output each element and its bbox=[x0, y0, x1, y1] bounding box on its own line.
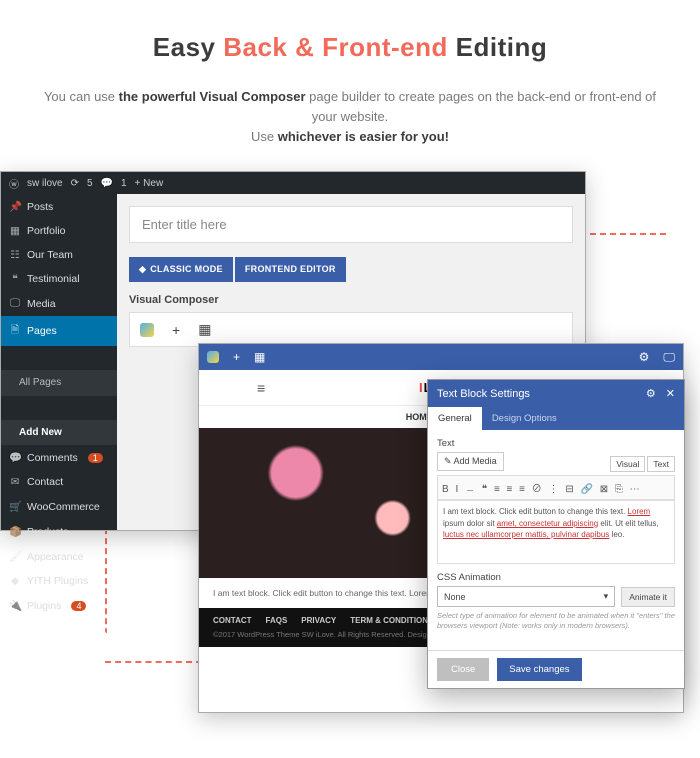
add-button[interactable]: + bbox=[233, 350, 240, 364]
updates-count: 5 bbox=[87, 178, 93, 189]
wp-admin-bar[interactable]: ⓦ sw ilove ⟳ 5 💬 1 + New bbox=[1, 172, 585, 194]
modal-header[interactable]: Text Block Settings ⚙ ✕ bbox=[428, 380, 684, 407]
css-animation-select[interactable]: None▾ bbox=[437, 586, 615, 607]
save-button[interactable]: Save changes bbox=[497, 658, 581, 681]
vc-logo-icon[interactable] bbox=[140, 323, 154, 337]
close-icon[interactable]: ✕ bbox=[666, 387, 675, 400]
close-button[interactable]: Close bbox=[437, 658, 489, 681]
text-tab[interactable]: Text bbox=[647, 456, 675, 472]
text-label: Text bbox=[437, 438, 675, 449]
vc-logo-icon[interactable] bbox=[207, 351, 219, 363]
title-accent: Back & Front-end bbox=[223, 32, 448, 62]
title-part: Easy bbox=[153, 32, 223, 62]
classic-mode-button[interactable]: ◆CLASSIC MODE bbox=[129, 257, 233, 282]
diamond-icon: ◆ bbox=[9, 575, 21, 587]
sidebar-item-team[interactable]: ☷Our Team bbox=[1, 243, 117, 267]
mail-icon: ✉ bbox=[9, 476, 21, 488]
badge: 1 bbox=[88, 453, 103, 463]
badge: 4 bbox=[71, 601, 86, 611]
grid-icon: ▦ bbox=[9, 225, 21, 237]
sidebar-item-appearance[interactable]: 🖌Appearance bbox=[1, 544, 117, 569]
sidebar-item-yith[interactable]: ◆YITH Plugins bbox=[1, 569, 117, 593]
comments-count: 1 bbox=[121, 178, 127, 189]
gear-icon[interactable]: ⚙ bbox=[646, 387, 656, 400]
plug-icon: 🔌 bbox=[9, 599, 21, 612]
desktop-icon[interactable]: 🖵 bbox=[663, 350, 675, 365]
text-editor[interactable]: I am text block. Click edit button to ch… bbox=[437, 500, 675, 564]
sidebar-item-contact[interactable]: ✉Contact bbox=[1, 470, 117, 494]
quote-icon: ❝ bbox=[9, 273, 21, 285]
page-title: Easy Back & Front-end Editing bbox=[40, 32, 660, 63]
wysiwyg-toolbar[interactable]: B I ﹘ ❝ ≡ ≡ ≡ ⊘ ⋮ ⊟ 🔗 ⊠ ⎘ ⋯ bbox=[437, 475, 675, 500]
footer-link[interactable]: FAQS bbox=[266, 616, 288, 625]
frontend-editor-button[interactable]: FRONTEND EDITOR bbox=[235, 257, 346, 282]
comment-icon: 💬 bbox=[9, 451, 21, 464]
comments-icon[interactable]: 💬 bbox=[101, 178, 113, 189]
new-button[interactable]: + New bbox=[135, 178, 164, 189]
footer-link[interactable]: PRIVACY bbox=[301, 616, 336, 625]
sidebar-item-pages[interactable]: 🗎Pages bbox=[1, 316, 117, 346]
footer-link[interactable]: TERM & CONDITIONS bbox=[350, 616, 433, 625]
sidebar-item-media[interactable]: 🖵Media bbox=[1, 291, 117, 316]
gear-icon[interactable]: ⚙ bbox=[639, 350, 650, 364]
visual-tab[interactable]: Visual bbox=[610, 456, 645, 472]
modal-tabs: General Design Options bbox=[428, 407, 684, 430]
title-part: Editing bbox=[448, 32, 547, 62]
cart-icon: 🛒 bbox=[9, 500, 21, 513]
team-icon: ☷ bbox=[9, 249, 21, 261]
sidebar-sub-allpages[interactable]: All Pages bbox=[1, 370, 117, 396]
vc-heading: Visual Composer bbox=[129, 294, 573, 306]
fe-toolbar: + ▦ ⚙ 🖵 bbox=[199, 344, 683, 370]
template-button[interactable]: ▦ bbox=[198, 321, 211, 338]
wp-icon[interactable]: ⓦ bbox=[9, 176, 19, 191]
modal-title: Text Block Settings bbox=[437, 388, 530, 400]
wp-sidebar: 📌Posts ▦Portfolio ☷Our Team ❝Testimonial… bbox=[1, 194, 117, 530]
vc-icon: ◆ bbox=[139, 264, 146, 274]
sidebar-item-plugins[interactable]: 🔌Plugins4 bbox=[1, 593, 117, 618]
text-block-settings-modal: Text Block Settings ⚙ ✕ General Design Op… bbox=[427, 379, 685, 689]
add-media-button[interactable]: ✎ Add Media bbox=[437, 452, 504, 471]
sidebar-item-posts[interactable]: 📌Posts bbox=[1, 194, 117, 219]
template-button[interactable]: ▦ bbox=[254, 350, 265, 364]
title-input[interactable]: Enter title here bbox=[129, 206, 573, 243]
pin-icon: 📌 bbox=[9, 200, 21, 213]
page-icon: 🗎 bbox=[9, 322, 21, 340]
footer-link[interactable]: CONTACT bbox=[213, 616, 252, 625]
sidebar-item-woo[interactable]: 🛒WooCommerce bbox=[1, 494, 117, 519]
tab-general[interactable]: General bbox=[428, 407, 482, 430]
sidebar-item-portfolio[interactable]: ▦Portfolio bbox=[1, 219, 117, 243]
site-name[interactable]: sw ilove bbox=[27, 178, 63, 189]
menu-icon[interactable]: ≡ bbox=[257, 380, 265, 396]
box-icon: 📦 bbox=[9, 525, 21, 538]
chevron-icon: ▾ bbox=[604, 591, 609, 602]
vc-toolbar: + ▦ bbox=[129, 312, 573, 347]
media-icon: 🖵 bbox=[9, 297, 21, 310]
brush-icon: 🖌 bbox=[9, 550, 21, 563]
subtitle: You can use the powerful Visual Composer… bbox=[40, 87, 660, 147]
updates-icon[interactable]: ⟳ bbox=[71, 178, 79, 189]
sidebar-item-testimonial[interactable]: ❝Testimonial bbox=[1, 267, 117, 291]
sidebar-sub-addnew[interactable]: Add New bbox=[1, 420, 117, 446]
add-element-button[interactable]: + bbox=[172, 322, 180, 338]
modal-footer: Close Save changes bbox=[428, 650, 684, 688]
css-animation-label: CSS Animation bbox=[437, 572, 675, 583]
help-text: Select type of animation for element to … bbox=[437, 611, 675, 631]
animate-it-button[interactable]: Animate it bbox=[621, 587, 675, 607]
tab-design[interactable]: Design Options bbox=[482, 407, 567, 430]
sidebar-item-comments[interactable]: 💬Comments1 bbox=[1, 445, 117, 470]
sidebar-item-products[interactable]: 📦Products bbox=[1, 519, 117, 544]
